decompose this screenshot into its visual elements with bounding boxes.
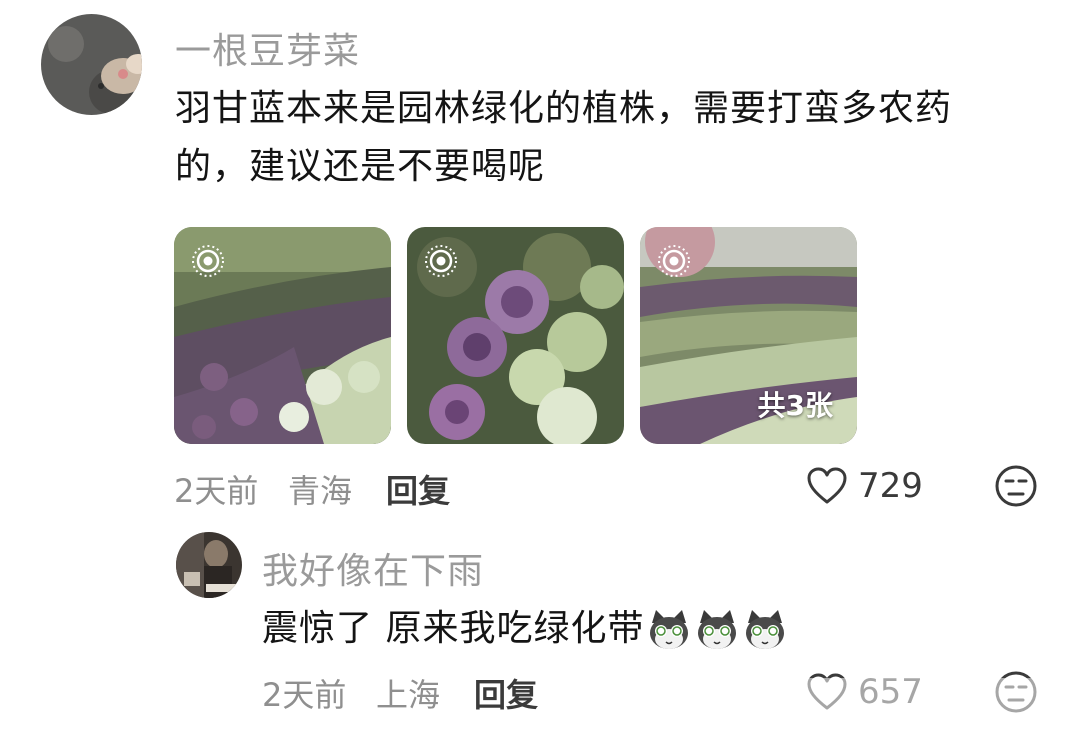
heart-outline-icon[interactable] — [806, 466, 848, 506]
bottom-fade-overlay — [758, 678, 1078, 744]
reply-button[interactable]: 回复 — [474, 670, 538, 716]
reply-button[interactable]: 回复 — [386, 466, 450, 512]
emoji-group — [644, 608, 788, 649]
comment-text: 羽甘蓝本来是园林绿化的植株，需要打蛮多农药 的，建议还是不要喝呢 — [175, 80, 952, 196]
shocked-cat-emoji — [694, 607, 740, 653]
live-photo-icon — [423, 243, 459, 279]
comment-photo[interactable]: 共3张 — [640, 227, 857, 444]
comment-username[interactable]: 我好像在下雨 — [262, 542, 484, 594]
comment-location: 上海 — [376, 676, 441, 714]
comment-time: 2天前 — [174, 472, 259, 510]
live-photo-icon — [190, 243, 226, 279]
comment-text: 震惊了 原来我吃绿化带 — [262, 600, 788, 658]
avatar[interactable] — [176, 532, 242, 598]
comment-text-line: 羽甘蓝本来是园林绿化的植株，需要打蛮多农药 — [175, 88, 953, 129]
avatar[interactable] — [41, 14, 142, 115]
meh-face-icon[interactable] — [994, 464, 1038, 508]
comment-photo[interactable] — [407, 227, 624, 444]
shocked-cat-emoji — [742, 607, 788, 653]
comment-text-line: 震惊了 原来我吃绿化带 — [262, 608, 645, 649]
shocked-cat-emoji — [646, 607, 692, 653]
photo-count-label: 共3张 — [757, 389, 833, 422]
comment-time: 2天前 — [262, 676, 347, 714]
comment-username[interactable]: 一根豆芽菜 — [175, 22, 360, 74]
like-count: 729 — [858, 466, 923, 506]
comment-photo[interactable] — [174, 227, 391, 444]
live-photo-icon — [656, 243, 692, 279]
comment-text-line: 的，建议还是不要喝呢 — [175, 146, 546, 187]
comment-location: 青海 — [288, 472, 353, 510]
